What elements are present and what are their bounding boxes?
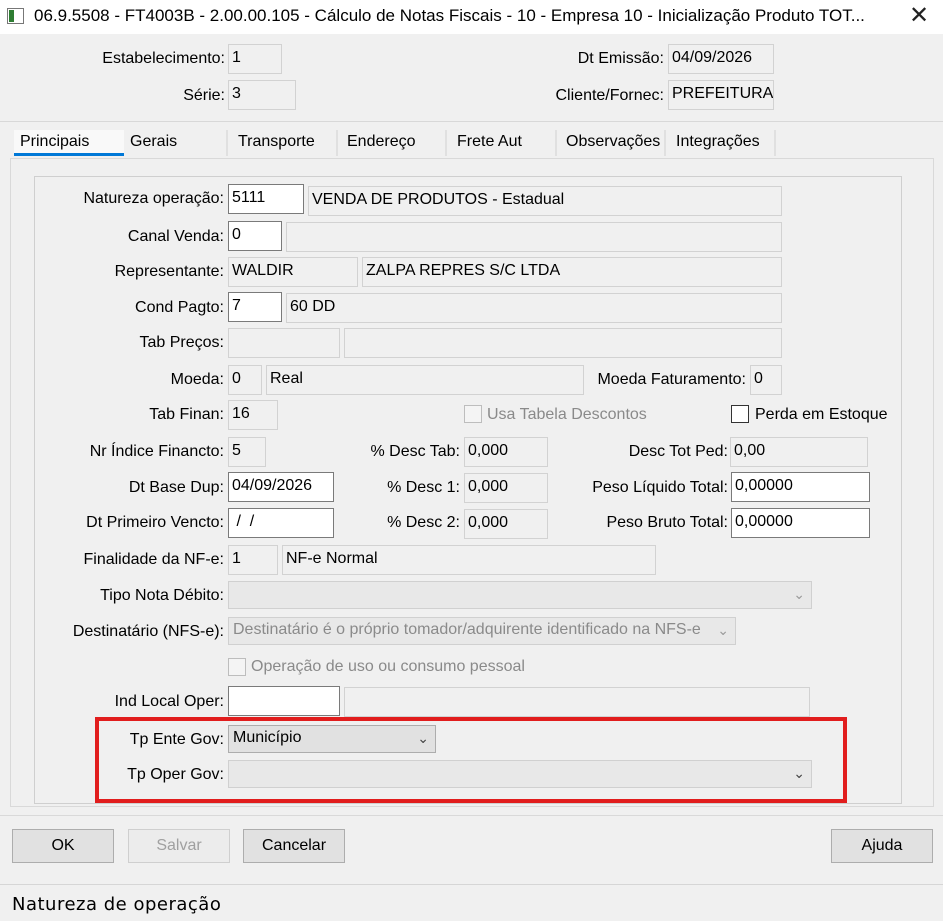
peso-bruto-label: Peso Bruto Total: [606, 514, 728, 531]
tab-frete-aut[interactable]: Frete Aut [451, 130, 557, 156]
tab-gerais[interactable]: Gerais [124, 130, 228, 156]
tab-principais[interactable]: Principais [14, 130, 124, 156]
operacao-uso-checkbox[interactable] [228, 658, 246, 676]
dt-primeiro-vencto-input[interactable]: / / [228, 508, 334, 538]
desc-tot-ped-field: 0,00 [730, 437, 868, 467]
cliente-field: PREFEITURA [668, 80, 774, 110]
window-title: 06.9.5508 - FT4003B - 2.00.00.105 - Cálc… [34, 6, 865, 25]
finalidade-desc-field: NF-e Normal [282, 545, 656, 575]
chevron-down-icon: ⌄ [793, 586, 805, 602]
chevron-down-icon: ⌄ [717, 622, 729, 638]
dt-base-dup-input[interactable]: 04/09/2026 [228, 472, 334, 502]
estabelecimento-field: 1 [228, 44, 282, 74]
dt-base-dup-label: Dt Base Dup: [128, 479, 224, 496]
header-panel [0, 34, 943, 122]
tab-endereco[interactable]: Endereço [341, 130, 447, 156]
tipo-nota-debito-select[interactable]: ⌄ [228, 581, 812, 609]
cliente-label: Cliente/Fornec: [555, 87, 665, 104]
finalidade-code-field: 1 [228, 545, 278, 575]
moeda-label: Moeda: [170, 371, 224, 388]
cond-pagto-desc-field: 60 DD [286, 293, 782, 323]
moeda-faturamento-label: Moeda Faturamento: [597, 371, 746, 388]
serie-label: Série: [183, 87, 225, 104]
ajuda-button[interactable]: Ajuda [831, 829, 933, 863]
tab-precos-desc-field [344, 328, 782, 358]
finalidade-label: Finalidade da NF-e: [83, 551, 224, 568]
nr-indice-label: Nr Índice Financto: [89, 443, 224, 460]
tab-observacoes[interactable]: Observações [560, 130, 666, 156]
tab-integracoes[interactable]: Integrações [670, 130, 776, 156]
estabelecimento-label: Estabelecimento: [102, 50, 225, 67]
moeda-code-field: 0 [228, 365, 262, 395]
ok-button[interactable]: OK [12, 829, 114, 863]
canal-code-input[interactable]: 0 [228, 221, 282, 251]
operacao-uso-label: Operação de uso ou consumo pessoal [251, 658, 525, 675]
desc2-label: % Desc 2: [387, 514, 460, 531]
dt-emissao-label: Dt Emissão: [577, 50, 664, 67]
tab-transporte[interactable]: Transporte [232, 130, 338, 156]
cancelar-button[interactable]: Cancelar [243, 829, 345, 863]
ind-local-oper-input[interactable] [228, 686, 340, 716]
natureza-code-input[interactable]: 5111 [228, 184, 304, 214]
destinatario-select[interactable]: Destinatário é o próprio tomador/adquire… [228, 617, 736, 645]
ind-local-oper-label: Ind Local Oper: [114, 693, 224, 710]
moeda-desc-field: Real [266, 365, 584, 395]
peso-liquido-input[interactable]: 0,00000 [731, 472, 870, 502]
status-text: Natureza de operação [12, 894, 222, 915]
nr-indice-field: 5 [228, 437, 266, 467]
usa-tabela-descontos-checkbox[interactable] [464, 405, 482, 423]
serie-field: 3 [228, 80, 296, 110]
highlight-box [95, 717, 847, 803]
tab-finan-field: 16 [228, 400, 278, 430]
natureza-desc-field: VENDA DE PRODUTOS - Estadual [308, 186, 782, 216]
desc2-field: 0,000 [464, 509, 548, 539]
representante-code-field: WALDIR [228, 257, 358, 287]
usa-tabela-descontos-label: Usa Tabela Descontos [487, 406, 647, 423]
peso-liquido-label: Peso Líquido Total: [592, 479, 728, 496]
tab-precos-code-field [228, 328, 340, 358]
close-icon[interactable]: ✕ [904, 2, 934, 30]
perda-estoque-checkbox[interactable] [731, 405, 749, 423]
desc-tab-field: 0,000 [464, 437, 548, 467]
destinatario-value: Destinatário é o próprio tomador/adquire… [233, 621, 701, 638]
tab-finan-label: Tab Finan: [149, 406, 224, 423]
perda-estoque-label: Perda em Estoque [755, 406, 888, 423]
desc1-label: % Desc 1: [387, 479, 460, 496]
peso-bruto-input[interactable]: 0,00000 [731, 508, 870, 538]
natureza-label: Natureza operação: [83, 190, 224, 207]
canal-desc-field [286, 222, 782, 252]
representante-desc-field: ZALPA REPRES S/C LTDA [362, 257, 782, 287]
ind-local-oper-desc-field [344, 687, 810, 717]
tab-precos-label: Tab Preços: [139, 334, 224, 351]
dt-emissao-field: 04/09/2026 [668, 44, 774, 74]
desc-tab-label: % Desc Tab: [370, 443, 460, 460]
cond-pagto-label: Cond Pagto: [135, 299, 224, 316]
canal-label: Canal Venda: [127, 228, 224, 245]
destinatario-label: Destinatário (NFS-e): [72, 623, 224, 640]
cond-pagto-code-input[interactable]: 7 [228, 292, 282, 322]
representante-label: Representante: [114, 263, 224, 280]
moeda-faturamento-field: 0 [750, 365, 782, 395]
button-separator [0, 815, 943, 816]
desc-tot-ped-label: Desc Tot Ped: [628, 443, 728, 460]
salvar-button[interactable]: Salvar [128, 829, 230, 863]
desc1-field: 0,000 [464, 473, 548, 503]
app-icon [7, 8, 24, 24]
dt-primeiro-vencto-label: Dt Primeiro Vencto: [86, 514, 224, 531]
tipo-nota-debito-label: Tipo Nota Débito: [100, 587, 224, 604]
